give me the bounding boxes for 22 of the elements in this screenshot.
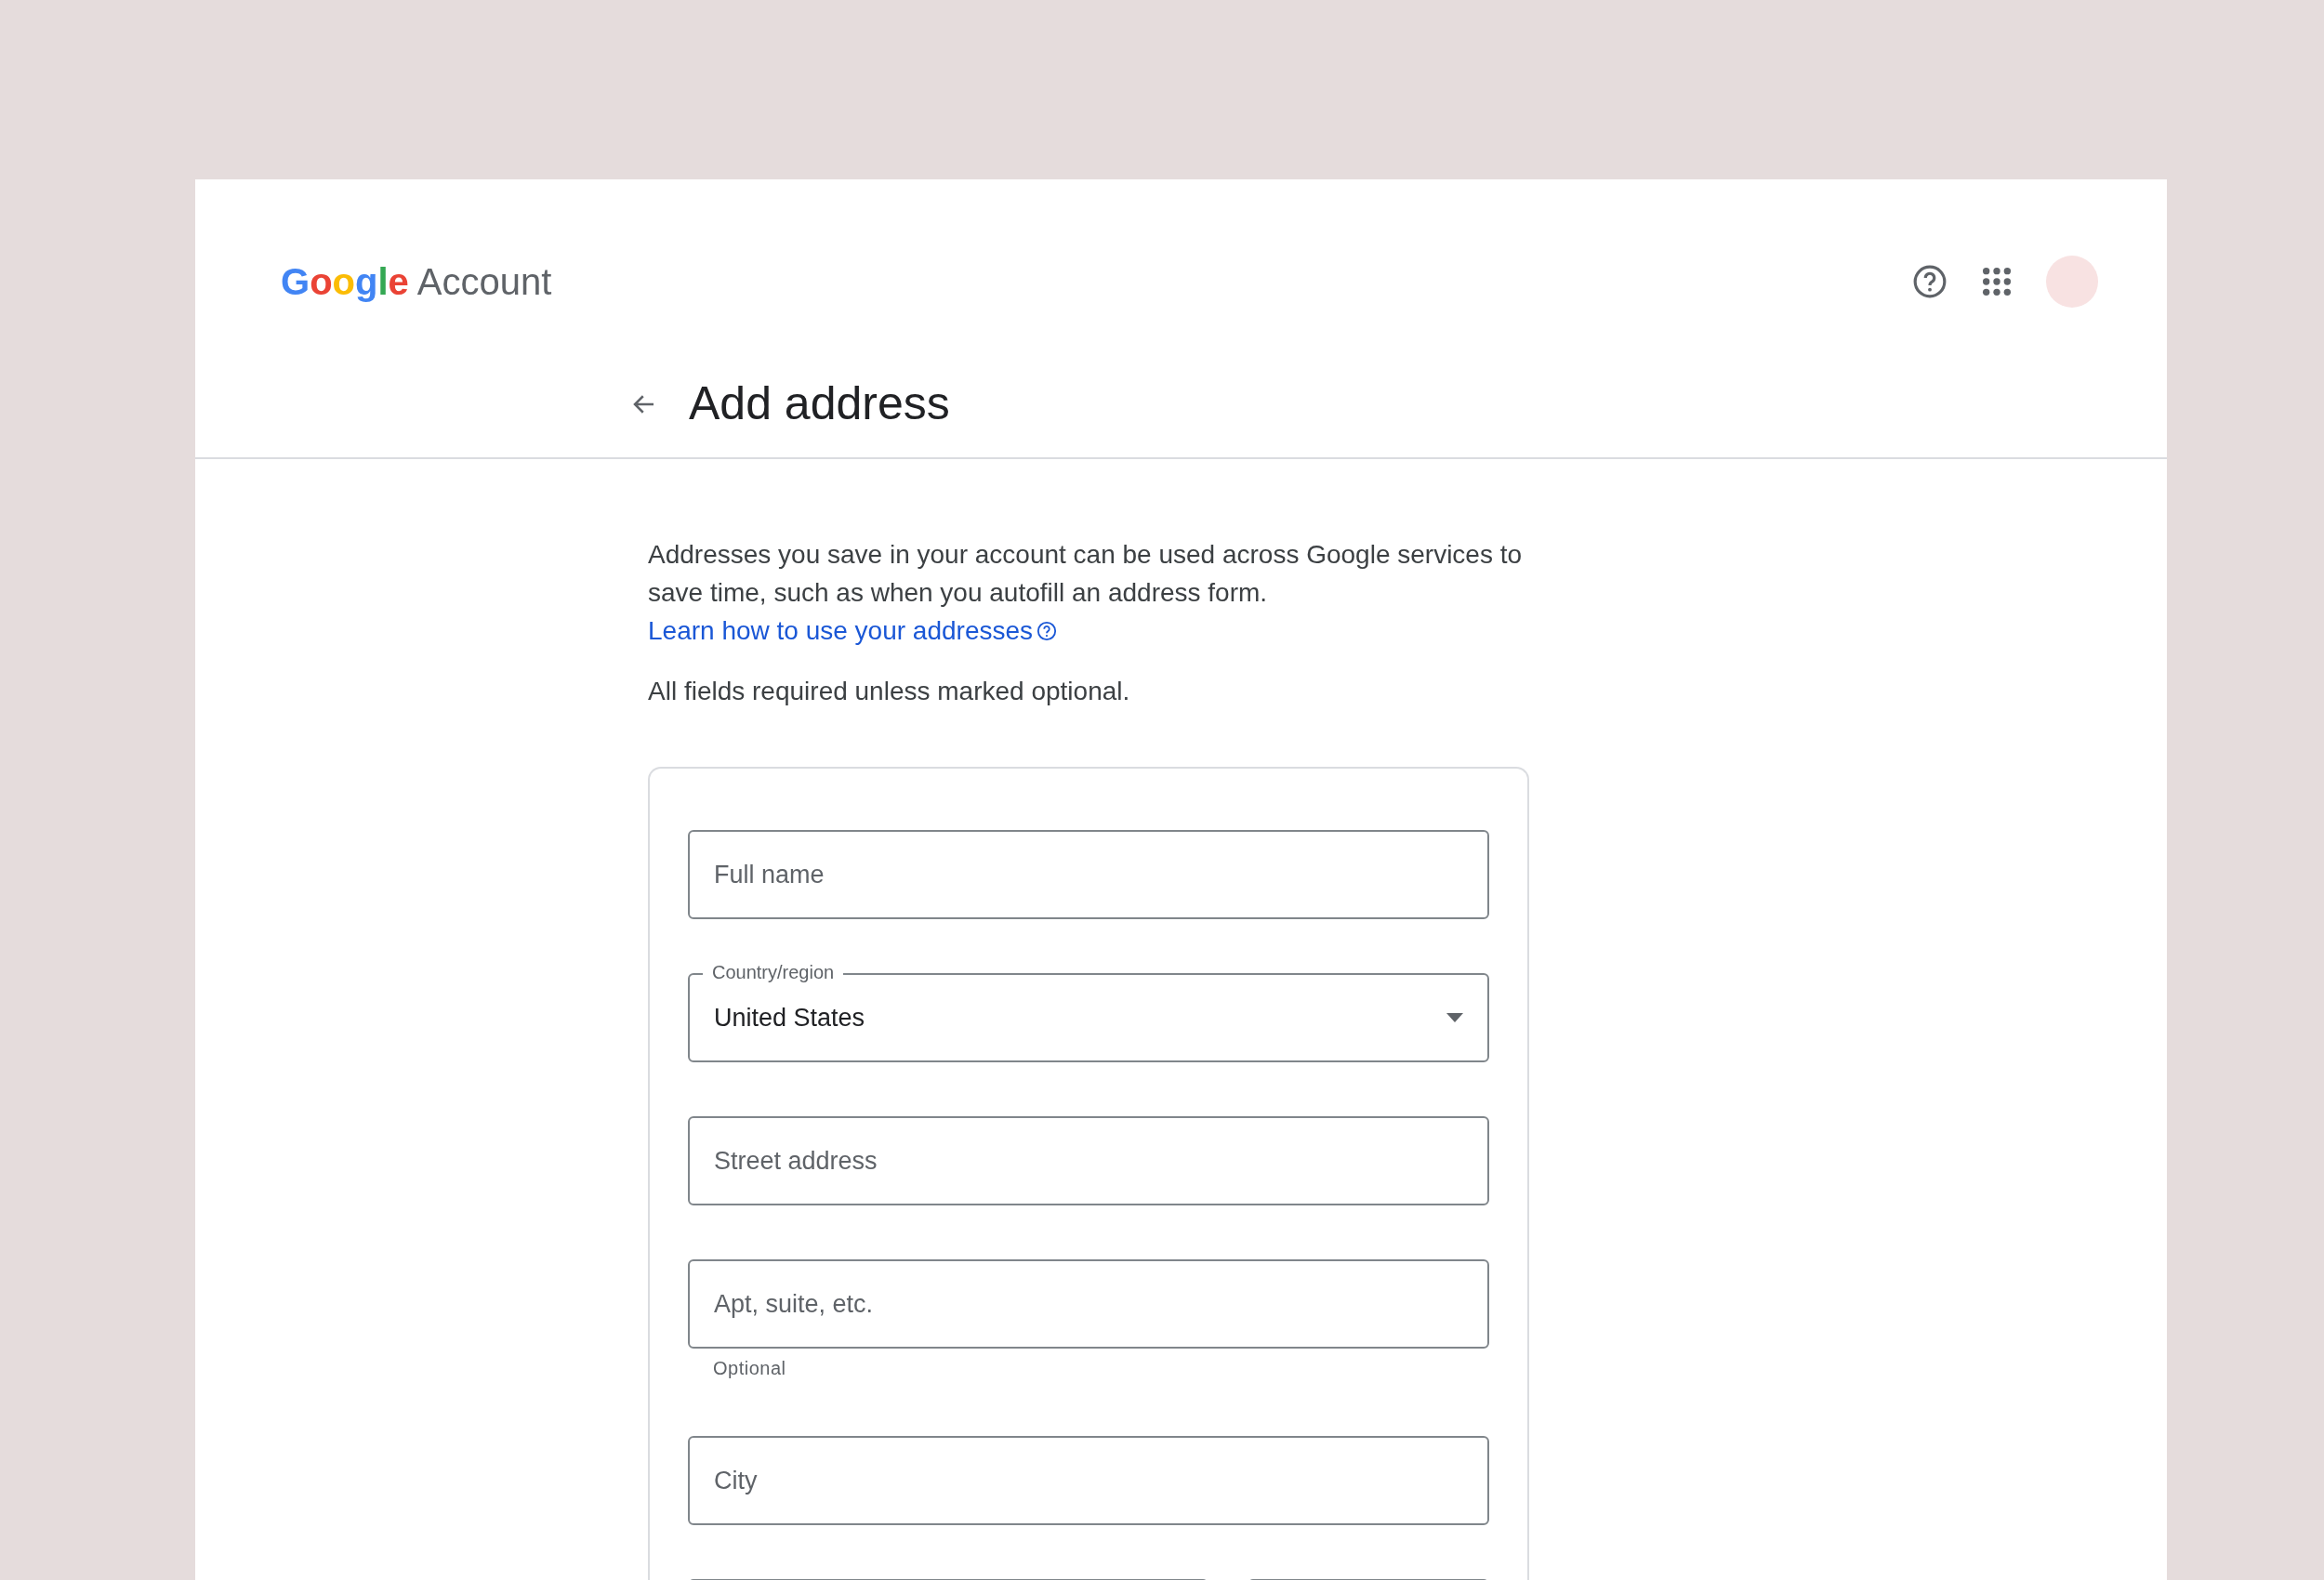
- google-account-logo[interactable]: Google Account: [281, 263, 552, 300]
- dropdown-caret-icon: [1446, 1013, 1463, 1022]
- text-field[interactable]: Street address: [688, 1116, 1489, 1205]
- helper-text: Optional: [713, 1357, 787, 1380]
- page-title: Add address: [689, 376, 950, 431]
- text-field[interactable]: Full name: [688, 830, 1489, 919]
- logo-letter: l: [377, 263, 389, 300]
- apps-grid-icon[interactable]: [1981, 266, 2013, 297]
- logo-letter: o: [332, 263, 355, 300]
- help-icon[interactable]: [1037, 621, 1058, 641]
- text-field[interactable]: City: [688, 1436, 1489, 1525]
- intro-paragraph: Addresses you save in your account can be used across Google services to save time, such as when you autofill an address form. Learn how to use your addresses: [648, 539, 1524, 647]
- logo-letter: g: [355, 263, 378, 300]
- help-icon[interactable]: [1912, 264, 1948, 299]
- learn-more-link[interactable]: Learn how to use your addresses: [648, 616, 1034, 645]
- product-name: Account: [416, 263, 552, 300]
- select-value: United States: [714, 1002, 865, 1034]
- required-note: All fields required unless marked optional.: [648, 676, 1131, 707]
- logo-letter: G: [281, 263, 310, 300]
- logo-letter: e: [388, 263, 409, 300]
- logo-letter: o: [310, 263, 333, 300]
- text-field[interactable]: Apt, suite, etc.: [688, 1259, 1489, 1349]
